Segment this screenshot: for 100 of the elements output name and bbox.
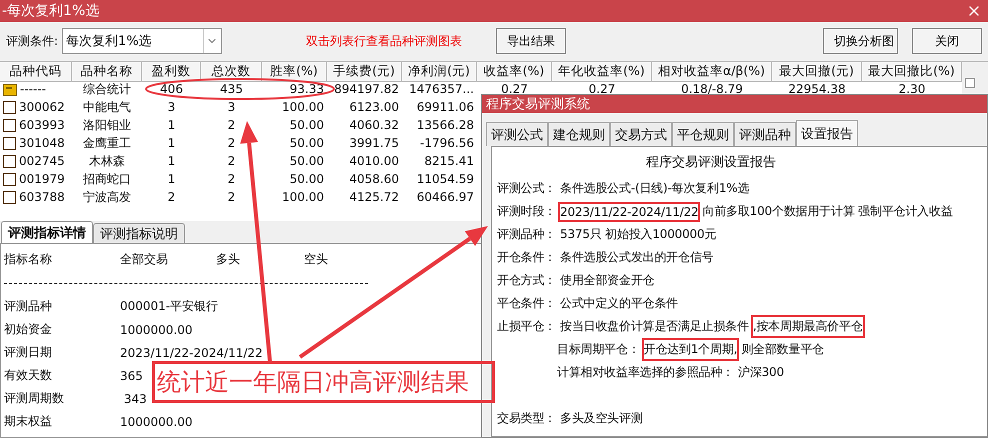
table-cell-text: 11054.59 (416, 171, 475, 188)
table-cell-text: 894197.82 (333, 81, 400, 98)
report-label: 止损平仓： (496, 318, 558, 335)
table-cell-text: 宁波高发 (82, 188, 132, 206)
table-cell: 603788 (0, 188, 72, 206)
metric-value: 2023/11/22-2024/11/22 (120, 346, 263, 360)
report-text: 公式中定义的平仓条件 (559, 295, 680, 312)
report-text: 条件选股公式发出的开仓信号 (559, 249, 714, 266)
metric-name: 评测周期数 (4, 390, 64, 407)
column-header[interactable]: 最大回撤比(%) (862, 62, 962, 82)
report-label: 评测品种： (496, 226, 558, 243)
table-cell-text: 1 (166, 171, 176, 188)
column-header[interactable]: 收益率(%) (477, 62, 552, 82)
report-label: 交易类型： (496, 410, 558, 427)
table-cell-text: 435 (219, 81, 244, 98)
column-header[interactable]: 胜率(%) (262, 62, 327, 82)
toolbar-button[interactable]: 关闭 (912, 28, 982, 54)
report-text: 条件选股公式-(日线)-每次复利1%选 (559, 180, 750, 197)
dialog-title: 程序交易评测系统 (486, 96, 590, 113)
report-label: 开仓条件： (496, 249, 558, 266)
report-text: 5375只 初始投入1000000元 (559, 226, 718, 243)
report-label: 开仓方式： (496, 272, 558, 289)
report-text: 使用全部资金开仓 (559, 272, 656, 289)
toolbar-button[interactable]: 导出结果 (496, 28, 566, 54)
table-cell-text: 2 (166, 189, 176, 206)
column-header[interactable]: 净利润(元) (402, 62, 477, 82)
report-title: 程序交易评测设置报告 (646, 154, 776, 172)
condition-dropdown[interactable]: 每次复利1%选 (62, 28, 222, 54)
report-label: 计算相对收益率选择的参照品种： (556, 364, 736, 381)
hint-text: 双击列表行查看品种评测图表 (306, 32, 462, 50)
table-cell-text: 金鹰重工 (82, 134, 132, 152)
table-cell-text: 0.18/-8.79 (680, 81, 744, 98)
table-cell-text: 22954.38 (787, 81, 847, 98)
metric-value: 1000000.00 (120, 414, 193, 428)
table-cell-text: 4058.60 (348, 171, 400, 188)
metric-value: 343 (122, 392, 147, 406)
table-cell-text: 中能电气 (82, 98, 132, 116)
report-label: 目标周期平仓： (556, 341, 641, 358)
toolbar-button[interactable]: 切换分析图 (822, 28, 898, 54)
column-header[interactable]: 年化收益率(%) (552, 62, 652, 82)
column-header[interactable]: 相对收益率α/β(%) (652, 62, 772, 82)
tab[interactable]: 评测指标详情 (1, 221, 93, 243)
table-cell: 001979 (0, 170, 72, 188)
column-header[interactable]: 总次数 (201, 62, 262, 82)
table-cell-text: 4060.32 (348, 117, 400, 134)
column-header[interactable]: 盈利数 (142, 62, 201, 82)
table-cell-text: 3 (226, 99, 236, 116)
table-cell-text: 50.00 (288, 135, 325, 152)
column-header[interactable]: 最大回撤(元) (772, 62, 862, 82)
column-label: 空头 (304, 251, 328, 268)
column-header[interactable]: 品种代码 (0, 62, 72, 82)
metric-name: 评测品种 (4, 298, 52, 315)
tab[interactable]: 交易方式 (610, 122, 672, 146)
column-label: 指标名称 (4, 251, 52, 268)
highlighted-text: ,按本周期最高价平仓 (750, 315, 865, 338)
table-cell-text: 0.27 (500, 81, 529, 97)
table-cell-text: 2 (226, 189, 236, 206)
table-cell-text: 0.27 (588, 81, 616, 97)
table-cell-text: 1 (166, 135, 176, 152)
table-cell-text: 2.30 (898, 81, 926, 98)
table-cell-text: 3 (166, 99, 176, 116)
table-cell-text: 1 (166, 117, 176, 134)
table-cell: ------ (0, 80, 72, 98)
column-label: 多头 (216, 251, 240, 268)
annotation-caption: 统计近一年隔日冲高评测结果 (152, 361, 495, 403)
table-cell-text: 木林森 (88, 152, 126, 170)
highlighted-text: 开仓达到1个周期, (642, 338, 740, 361)
table-cell-text: 8215.41 (423, 153, 475, 170)
table-cell-text: 6123.00 (348, 99, 400, 116)
table-cell: 002745 (0, 152, 72, 170)
condition-label: 评测条件: (6, 32, 58, 50)
tab[interactable]: 评测公式 (486, 122, 548, 146)
metric-name: 期末权益 (4, 413, 52, 430)
table-cell-text: 100.00 (281, 189, 325, 206)
report-text: 沪深300 (737, 364, 785, 381)
table-cell-text: 招商蛇口 (82, 170, 132, 188)
report-label: 评测时段： (496, 203, 558, 220)
metric-value: 000001-平安银行 (120, 298, 218, 315)
column-header[interactable]: 手续费(元) (327, 62, 402, 82)
table-cell-text: -1796.56 (419, 135, 475, 152)
column-header[interactable]: 品种名称 (72, 62, 142, 82)
report-label: 平仓条件： (496, 295, 558, 312)
tab[interactable]: 评测指标说明 (93, 223, 185, 243)
tab[interactable]: 建仓规则 (548, 122, 610, 146)
report-text: 多头及空头评测 (559, 410, 644, 427)
table-cell-text: 60466.97 (416, 189, 475, 206)
table-cell-text: 50.00 (288, 153, 325, 170)
metric-name: 初始资金 (4, 321, 52, 338)
table-cell-text: 1 (166, 153, 176, 170)
table-cell: 301048 (0, 134, 72, 152)
table-cell-text: 406 (159, 81, 184, 98)
metric-value: 1000000.00 (120, 322, 193, 336)
tab[interactable]: 评测品种 (734, 122, 796, 146)
tab[interactable]: 设置报告 (796, 120, 858, 146)
table-cell-text: 2 (226, 153, 236, 170)
column-label: 全部交易 (120, 251, 168, 268)
tab[interactable]: 平仓规则 (672, 122, 734, 146)
report-label: 评测公式： (496, 180, 558, 197)
table-cell-text: 93.33 (288, 81, 325, 98)
report-text: 则全部数量平仓 (740, 341, 825, 358)
